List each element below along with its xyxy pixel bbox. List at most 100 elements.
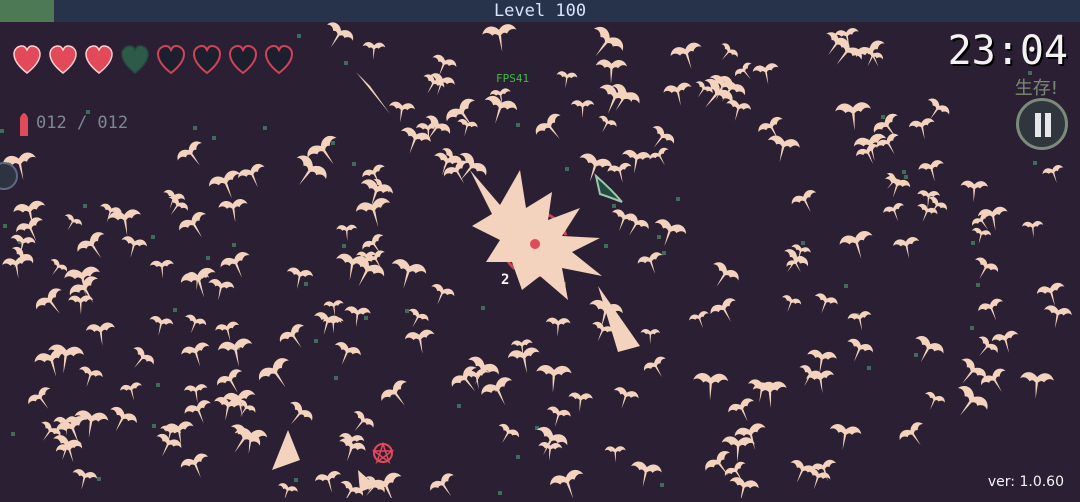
- bat-enemy: [729, 477, 759, 502]
- bat-enemy: [64, 214, 82, 231]
- bat-enemy: [835, 102, 871, 131]
- bat-enemy: [353, 410, 374, 432]
- exp-gem: [676, 197, 680, 201]
- bat-enemy: [961, 358, 986, 384]
- bat-enemy: [507, 347, 540, 374]
- exp-gem: [0, 129, 4, 133]
- exp-gem: [342, 244, 346, 248]
- bat-enemy: [258, 358, 289, 388]
- heart-icon: [264, 44, 294, 75]
- bat-enemy: [991, 330, 1019, 353]
- exp-gem: [660, 483, 664, 487]
- exp-gem: [232, 243, 236, 247]
- bat-enemy: [218, 198, 248, 223]
- bat-enemy: [545, 317, 571, 337]
- bat-enemy: [599, 84, 633, 114]
- bat-enemy: [728, 398, 755, 422]
- bat-enemy: [181, 342, 210, 367]
- exp-gem: [1033, 161, 1037, 165]
- bat-enemy: [847, 311, 872, 331]
- bat-enemy: [400, 127, 431, 154]
- exp-gem: [156, 383, 160, 387]
- bat-enemy: [670, 42, 702, 69]
- exp-gem: [405, 309, 409, 313]
- exp-gem: [83, 204, 87, 208]
- bat-enemy: [220, 251, 250, 278]
- bat-enemy: [64, 266, 100, 296]
- exp-gem: [516, 123, 520, 127]
- bat-enemy: [710, 298, 736, 322]
- ammo-counter: 012 / 012: [18, 108, 128, 138]
- exp-gem: [481, 306, 485, 310]
- player-core: [530, 239, 540, 249]
- bat-enemy: [1022, 221, 1044, 238]
- bat-enemy: [336, 224, 358, 241]
- ammo-label: 012 / 012: [36, 113, 129, 133]
- player-burst-shape: [470, 170, 602, 300]
- bat-enemy: [595, 59, 627, 84]
- bullet-icon: [20, 113, 28, 136]
- bat-enemy: [279, 324, 305, 348]
- bat-enemy: [315, 470, 342, 493]
- bat-enemy: [649, 147, 669, 166]
- bat-enemy: [389, 101, 415, 123]
- bat-enemy: [208, 279, 235, 301]
- version-label: ver: 1.0.60: [987, 474, 1064, 490]
- bat-enemy: [791, 190, 817, 213]
- bat-enemy: [334, 341, 361, 366]
- exp-gem: [294, 478, 298, 482]
- bat-enemy: [296, 155, 327, 186]
- bat-enemy: [547, 406, 571, 427]
- bat-enemy: [893, 236, 920, 259]
- bat-enemy: [326, 22, 354, 48]
- bat-enemy: [975, 257, 999, 280]
- exp-gem: [314, 339, 318, 343]
- bat-enemy: [814, 293, 838, 314]
- exp-gem: [97, 477, 101, 481]
- exp-gem: [263, 126, 267, 130]
- bat-enemy: [786, 255, 805, 273]
- bat-enemy: [238, 163, 265, 188]
- bat-enemy: [960, 180, 988, 203]
- exp-gem: [3, 224, 7, 228]
- bat-enemy: [886, 172, 903, 190]
- bat-enemy: [613, 387, 639, 409]
- projectile-shard: [272, 430, 300, 470]
- green-scythe: [594, 173, 623, 203]
- level-label: Level 100: [493, 1, 587, 21]
- bat-enemy: [185, 314, 207, 334]
- exp-gem: [173, 308, 177, 312]
- bat-enemy: [752, 63, 779, 85]
- bat-enemy: [1044, 305, 1072, 329]
- bat-enemy: [69, 276, 98, 304]
- bat-enemy: [908, 118, 935, 140]
- status-label: 生存!: [1014, 78, 1058, 99]
- bat-enemy: [693, 373, 729, 401]
- bat-enemy: [622, 149, 652, 174]
- bat-enemy: [156, 433, 182, 457]
- bat-enemy: [538, 442, 563, 461]
- projectile-shard: [356, 72, 390, 114]
- bat-enemy: [133, 347, 154, 368]
- exp-gem: [151, 235, 155, 239]
- bat-enemy: [598, 115, 617, 133]
- exp-gem: [904, 175, 908, 179]
- bat-enemy: [391, 259, 427, 289]
- bat-enemy: [149, 316, 174, 336]
- exp-gem: [498, 491, 502, 495]
- bat-enemy: [713, 262, 739, 287]
- exp-gem: [206, 256, 210, 260]
- bat-enemy: [924, 391, 945, 410]
- projectile-shard: [598, 286, 640, 352]
- pause-button[interactable]: [1016, 98, 1068, 150]
- exp-gem: [344, 61, 348, 65]
- heart-icon: [121, 45, 149, 74]
- bat-enemy: [847, 338, 873, 362]
- bat-enemy: [834, 37, 862, 65]
- bat-enemy: [721, 43, 738, 61]
- exp-gem: [844, 284, 848, 288]
- exp-gem: [662, 251, 666, 255]
- bat-enemy: [1020, 372, 1054, 399]
- heart-icon: [228, 44, 258, 75]
- bat-enemy: [721, 436, 755, 463]
